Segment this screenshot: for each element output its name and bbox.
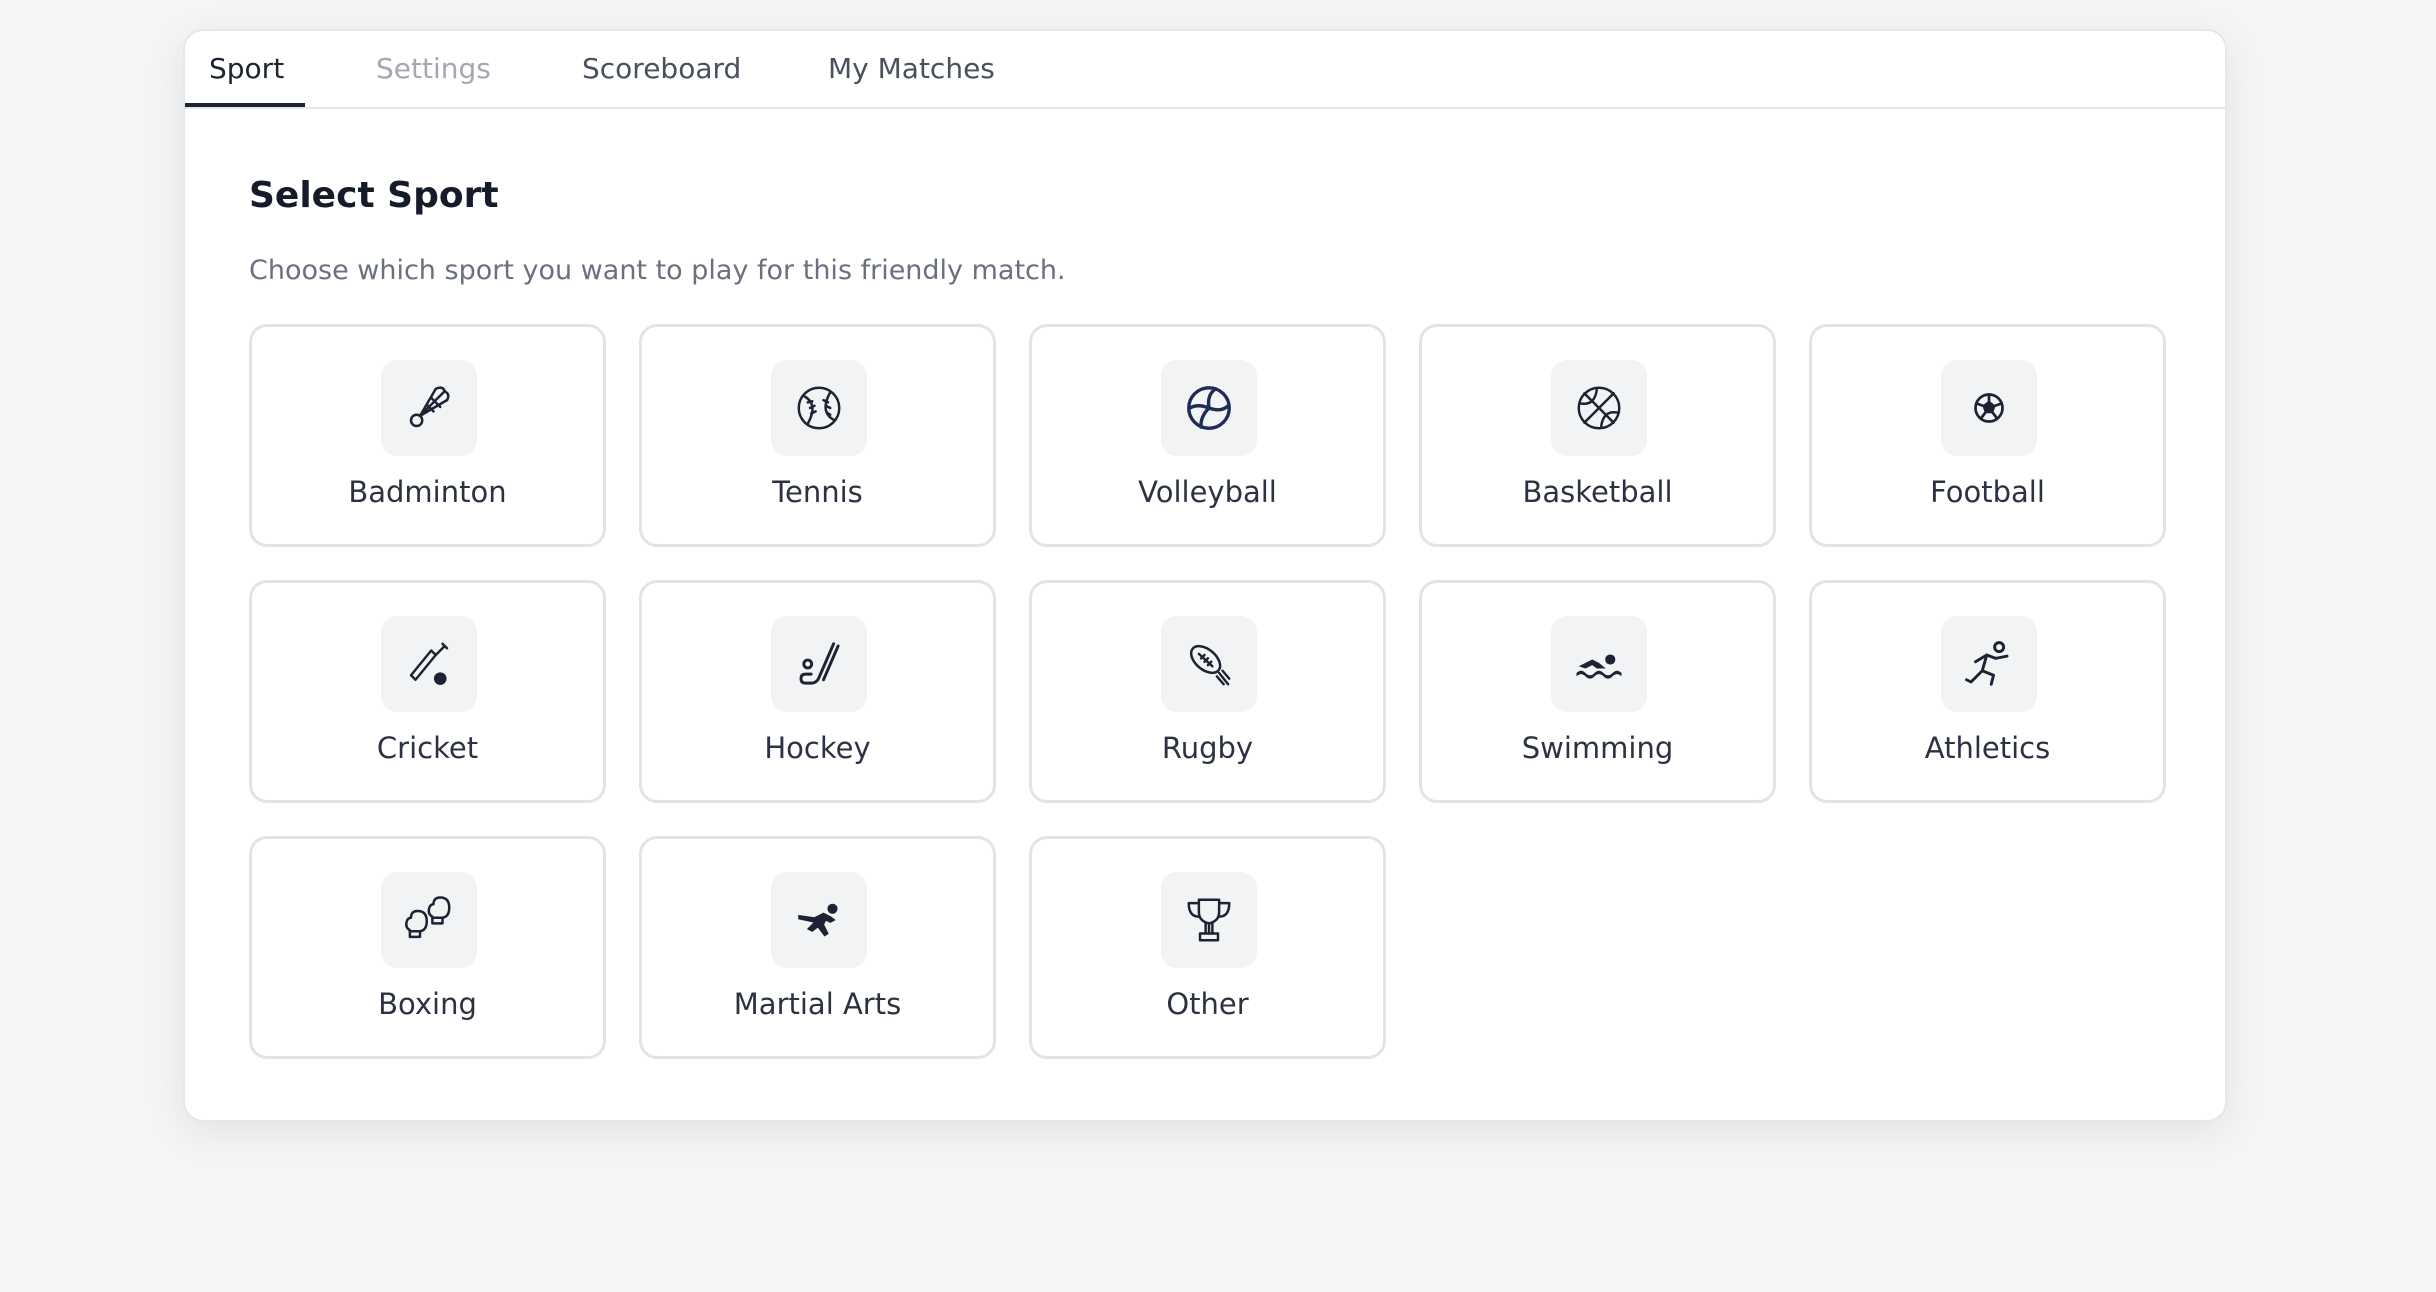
- sport-tile-martial-arts[interactable]: Martial Arts: [639, 836, 996, 1059]
- swimmer-icon: [1551, 616, 1647, 712]
- sport-tile-boxing[interactable]: Boxing: [249, 836, 606, 1059]
- sport-tile-volleyball[interactable]: Volleyball: [1029, 324, 1386, 547]
- sport-label: Badminton: [348, 475, 507, 509]
- sport-label: Tennis: [772, 475, 863, 509]
- rugby-ball-icon: [1161, 616, 1257, 712]
- cricket-bat-icon: [381, 616, 477, 712]
- page-subtitle: Choose which sport you want to play for …: [249, 255, 1066, 286]
- boxing-gloves-icon: [381, 872, 477, 968]
- sport-label: Martial Arts: [733, 987, 902, 1021]
- sport-label: Hockey: [764, 731, 871, 765]
- sport-tile-rugby[interactable]: Rugby: [1029, 580, 1386, 803]
- sport-selection-panel: Sport Settings Scoreboard My Matches Sel…: [183, 29, 2227, 1122]
- active-tab-indicator: [185, 103, 305, 107]
- hockey-stick-icon: [771, 616, 867, 712]
- sport-tile-other[interactable]: Other: [1029, 836, 1386, 1059]
- sport-label: Athletics: [1924, 731, 2051, 765]
- sport-tile-tennis[interactable]: Tennis: [639, 324, 996, 547]
- sport-label: Rugby: [1161, 731, 1254, 765]
- sport-tile-swimming[interactable]: Swimming: [1419, 580, 1776, 803]
- basketball-icon: [1551, 360, 1647, 456]
- tab-settings: Settings: [376, 52, 491, 85]
- football-icon: [1941, 360, 2037, 456]
- volleyball-icon: [1161, 360, 1257, 456]
- tab-bar: Sport Settings Scoreboard My Matches: [185, 31, 2225, 109]
- tab-sport[interactable]: Sport: [209, 31, 284, 107]
- sport-tile-football[interactable]: Football: [1809, 324, 2166, 547]
- sport-tile-badminton[interactable]: Badminton: [249, 324, 606, 547]
- martial-arts-icon: [771, 872, 867, 968]
- tab-scoreboard[interactable]: Scoreboard: [582, 31, 741, 107]
- sport-label: Volleyball: [1138, 475, 1277, 509]
- sport-tile-basketball[interactable]: Basketball: [1419, 324, 1776, 547]
- sport-tile-athletics[interactable]: Athletics: [1809, 580, 2166, 803]
- sport-tile-hockey[interactable]: Hockey: [639, 580, 996, 803]
- sport-label: Other: [1166, 987, 1249, 1021]
- page-title: Select Sport: [249, 175, 499, 216]
- sport-label: Football: [1930, 475, 2045, 509]
- trophy-icon: [1161, 872, 1257, 968]
- sport-tile-cricket[interactable]: Cricket: [249, 580, 606, 803]
- tab-my-matches[interactable]: My Matches: [828, 31, 995, 107]
- runner-icon: [1941, 616, 2037, 712]
- tennis-ball-icon: [771, 360, 867, 456]
- sport-label: Boxing: [378, 987, 477, 1021]
- sport-label: Basketball: [1522, 475, 1673, 509]
- sport-label: Swimming: [1521, 731, 1674, 765]
- shuttlecock-icon: [381, 360, 477, 456]
- sport-label: Cricket: [376, 731, 479, 765]
